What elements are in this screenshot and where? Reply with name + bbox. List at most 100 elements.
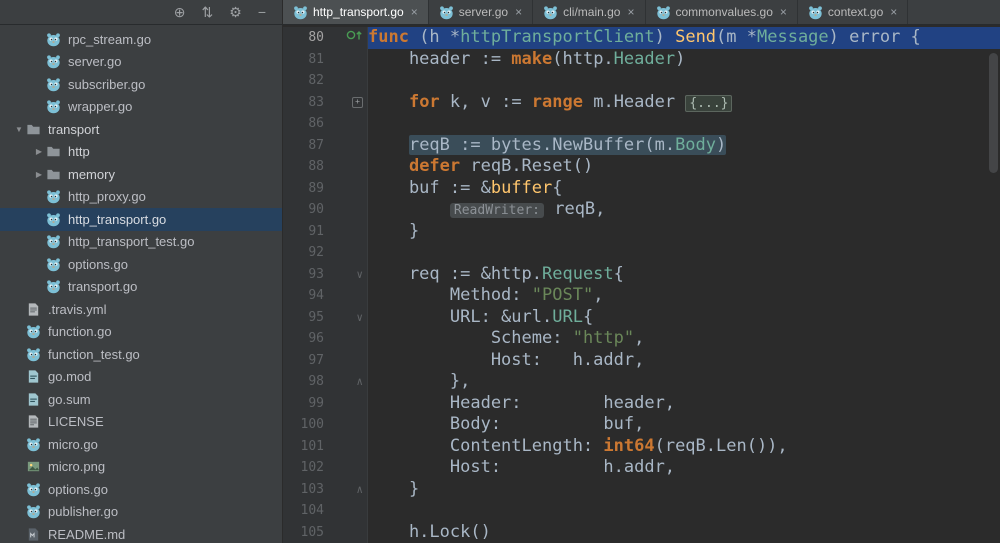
tree-item[interactable]: http_transport_test.go [0, 231, 282, 254]
code-text[interactable]: header := make(http.Header) [368, 49, 1000, 71]
tree-item[interactable]: subscriber.go [0, 73, 282, 96]
tree-item[interactable]: .travis.yml [0, 298, 282, 321]
override-marker-icon[interactable] [346, 27, 363, 49]
chevron-right-icon[interactable]: ▶ [32, 170, 46, 179]
code-text[interactable]: Method: "POST", [368, 285, 1000, 307]
locate-icon[interactable]: ⊕ [174, 5, 186, 19]
code-line[interactable]: 94 Method: "POST", [283, 285, 1000, 307]
code-line[interactable]: 105 h.Lock() [283, 521, 1000, 543]
code-text[interactable] [368, 500, 1000, 522]
tree-item[interactable]: options.go [0, 478, 282, 501]
close-icon[interactable]: × [411, 5, 418, 19]
tree-item[interactable]: options.go [0, 253, 282, 276]
code-line[interactable]: 92 [283, 242, 1000, 264]
code-segment: { [613, 263, 624, 284]
code-text[interactable]: ReadWriter: reqB, [368, 199, 1000, 221]
close-icon[interactable]: × [627, 5, 634, 19]
settings-gear-icon[interactable]: ⚙ [229, 5, 242, 19]
code-line[interactable]: 87 reqB := bytes.NewBuffer(m.Body) [283, 134, 1000, 157]
code-line[interactable]: 97 Host: h.addr, [283, 349, 1000, 372]
fold-end-icon[interactable]: ∧ [356, 479, 363, 501]
tree-item[interactable]: rpc_stream.go [0, 28, 282, 51]
tree-item[interactable]: http_transport.go [0, 208, 282, 231]
code-text[interactable] [368, 70, 1000, 92]
code-text[interactable]: defer reqB.Reset() [368, 156, 1000, 178]
editor-tab[interactable]: cli/main.go × [533, 0, 646, 24]
code-segment: , [593, 285, 604, 305]
code-text[interactable]: } [368, 221, 1000, 243]
code-line[interactable]: 86 [283, 113, 1000, 135]
hide-panel-icon[interactable]: − [258, 5, 266, 19]
code-text[interactable]: URL: &url.URL{ [368, 307, 1000, 329]
code-text[interactable]: }, [368, 371, 1000, 393]
editor-tab[interactable]: server.go × [429, 0, 534, 24]
code-text[interactable]: buf := &buffer{ [368, 178, 1000, 200]
code-line[interactable]: 100 Body: buf, [283, 414, 1000, 436]
code-line[interactable]: 89 buf := &buffer{ [283, 177, 1000, 200]
fold-expanded-icon[interactable]: ∨ [356, 264, 363, 286]
tree-item[interactable]: LICENSE [0, 411, 282, 434]
code-line[interactable]: 93 ∨ req := &http.Request{ [283, 263, 1000, 286]
code-line[interactable]: 80 func (h *httpTransportClient) Send(m *… [283, 27, 1000, 49]
code-text[interactable]: ContentLength: int64(reqB.Len()), [368, 436, 1000, 458]
code-text[interactable]: Scheme: "http", [368, 328, 1000, 350]
close-icon[interactable]: × [890, 5, 897, 19]
code-line[interactable]: 91 } [283, 220, 1000, 243]
code-line[interactable]: 82 [283, 70, 1000, 92]
code-text[interactable]: Body: buf, [368, 414, 1000, 436]
editor-tab[interactable]: context.go × [798, 0, 909, 24]
tree-item[interactable]: transport.go [0, 276, 282, 299]
code-line[interactable]: 102 Host: h.addr, [283, 457, 1000, 479]
chevron-down-icon[interactable]: ▼ [12, 125, 26, 134]
code-editor[interactable]: 80 func (h *httpTransportClient) Send(m *… [283, 25, 1000, 543]
code-text[interactable]: h.Lock() [368, 522, 1000, 543]
tree-item[interactable]: publisher.go [0, 501, 282, 524]
code-line[interactable]: 83 + for k, v := range m.Header {...} [283, 91, 1000, 114]
tree-item[interactable]: ▶ http [0, 141, 282, 164]
editor-scrollbar[interactable] [986, 25, 1000, 543]
code-line[interactable]: 98 ∧ }, [283, 371, 1000, 393]
code-line[interactable]: 96 Scheme: "http", [283, 328, 1000, 350]
tree-item[interactable]: go.mod [0, 366, 282, 389]
code-line[interactable]: 103 ∧ } [283, 478, 1000, 501]
tree-item[interactable]: http_proxy.go [0, 186, 282, 209]
close-icon[interactable]: × [780, 5, 787, 19]
code-text[interactable]: Host: h.addr, [368, 457, 1000, 479]
tree-item[interactable]: ▶ memory [0, 163, 282, 186]
code-line[interactable]: 81 header := make(http.Header) [283, 48, 1000, 71]
fold-end-icon[interactable]: ∧ [356, 371, 363, 393]
folded-region-icon[interactable]: + [352, 96, 363, 108]
tree-item[interactable]: function_test.go [0, 343, 282, 366]
code-text[interactable]: reqB := bytes.NewBuffer(m.Body) [368, 134, 1000, 157]
tree-item[interactable]: ▼ transport [0, 118, 282, 141]
code-line[interactable]: 90 ReadWriter: reqB, [283, 199, 1000, 221]
code-text[interactable]: Header: header, [368, 393, 1000, 415]
code-line[interactable]: 88 defer reqB.Reset() [283, 156, 1000, 178]
tree-item[interactable]: wrapper.go [0, 96, 282, 119]
code-text[interactable]: req := &http.Request{ [368, 264, 1000, 286]
code-text[interactable] [368, 113, 1000, 135]
scrollbar-thumb[interactable] [989, 53, 998, 173]
tree-item[interactable]: micro.png [0, 456, 282, 479]
code-line[interactable]: 101 ContentLength: int64(reqB.Len()), [283, 435, 1000, 458]
tree-item[interactable]: README.md [0, 523, 282, 543]
code-line[interactable]: 95 ∨ URL: &url.URL{ [283, 306, 1000, 329]
fold-expanded-icon[interactable]: ∨ [356, 307, 363, 329]
code-text[interactable]: for k, v := range m.Header {...} [368, 92, 1000, 114]
code-line[interactable]: 104 [283, 500, 1000, 522]
tree-item[interactable]: go.sum [0, 388, 282, 411]
tree-item[interactable]: server.go [0, 51, 282, 74]
code-text[interactable] [368, 242, 1000, 264]
editor-tab[interactable]: http_transport.go × [283, 0, 429, 24]
folded-code-placeholder[interactable]: {...} [685, 94, 733, 112]
code-line[interactable]: 99 Header: header, [283, 392, 1000, 415]
tree-item[interactable]: function.go [0, 321, 282, 344]
close-icon[interactable]: × [515, 5, 522, 19]
code-text[interactable]: } [368, 479, 1000, 501]
code-text[interactable]: func (h *httpTransportClient) Send(m *Me… [368, 27, 1000, 49]
chevron-right-icon[interactable]: ▶ [32, 147, 46, 156]
tree-item[interactable]: micro.go [0, 433, 282, 456]
sort-icon[interactable]: ⇅ [202, 5, 214, 19]
code-text[interactable]: Host: h.addr, [368, 350, 1000, 372]
editor-tab[interactable]: commonvalues.go × [646, 0, 798, 24]
